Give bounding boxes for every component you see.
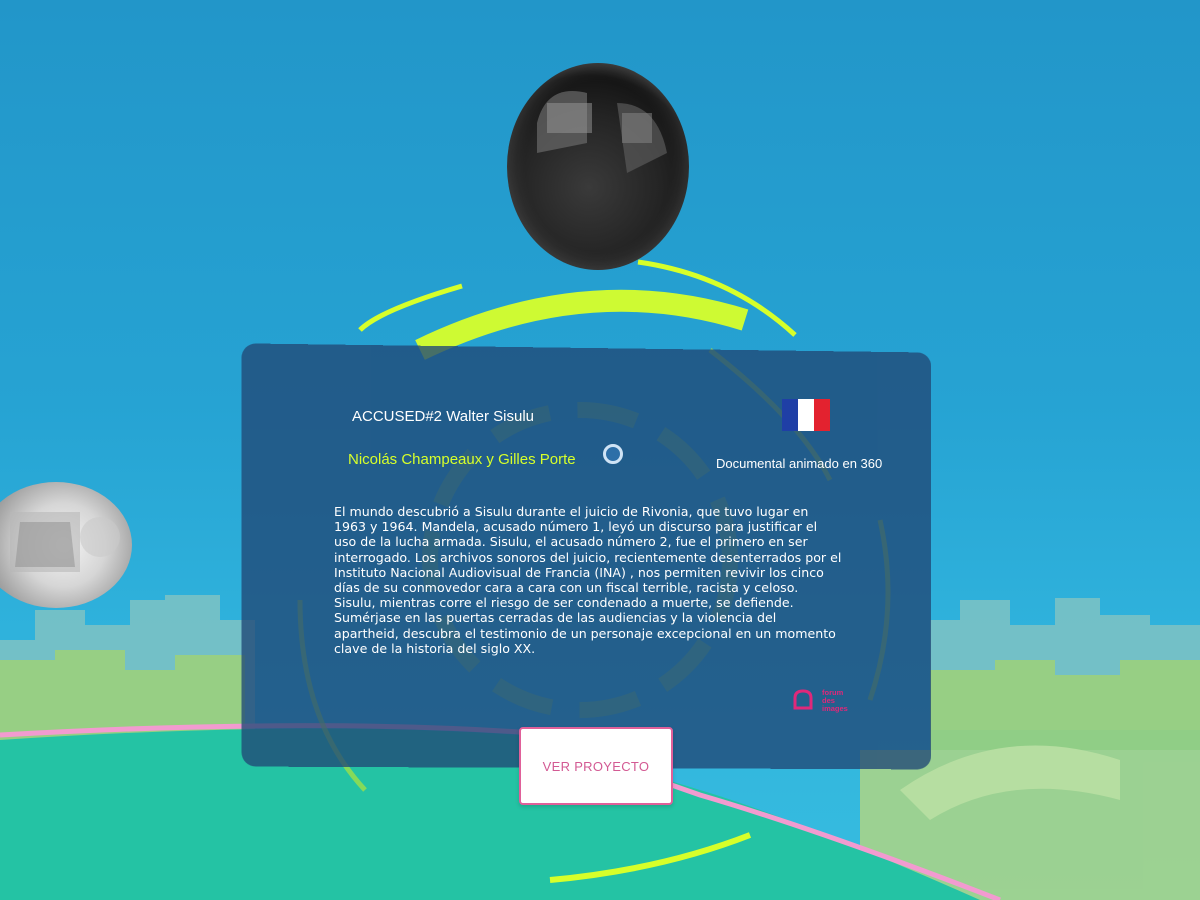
- vr-scene: ACCUSED#2 Walter Sisulu Nicolás Champeau…: [0, 0, 1200, 900]
- project-description: El mundo descubrió a Sisulu durante el j…: [334, 504, 842, 656]
- sphere-scene-icon: [537, 91, 667, 173]
- france-flag-icon: [782, 399, 830, 431]
- ring-arc-top-thin: [358, 283, 463, 332]
- forum-des-images-logo: forum des images: [790, 688, 848, 714]
- project-sphere-top[interactable]: [507, 63, 689, 270]
- ring-arc-bottom: [549, 832, 752, 883]
- project-authors: Nicolás Champeaux y Gilles Porte: [348, 451, 576, 468]
- gaze-cursor-icon: [603, 444, 623, 464]
- logo-mark-icon: [793, 689, 813, 710]
- logo-line: images: [822, 704, 848, 713]
- project-title: ACCUSED#2 Walter Sisulu: [352, 408, 534, 425]
- project-type: Documental animado en 360: [716, 456, 883, 471]
- view-project-button[interactable]: VER PROYECTO: [519, 727, 673, 805]
- ring-arc-top: [415, 289, 749, 360]
